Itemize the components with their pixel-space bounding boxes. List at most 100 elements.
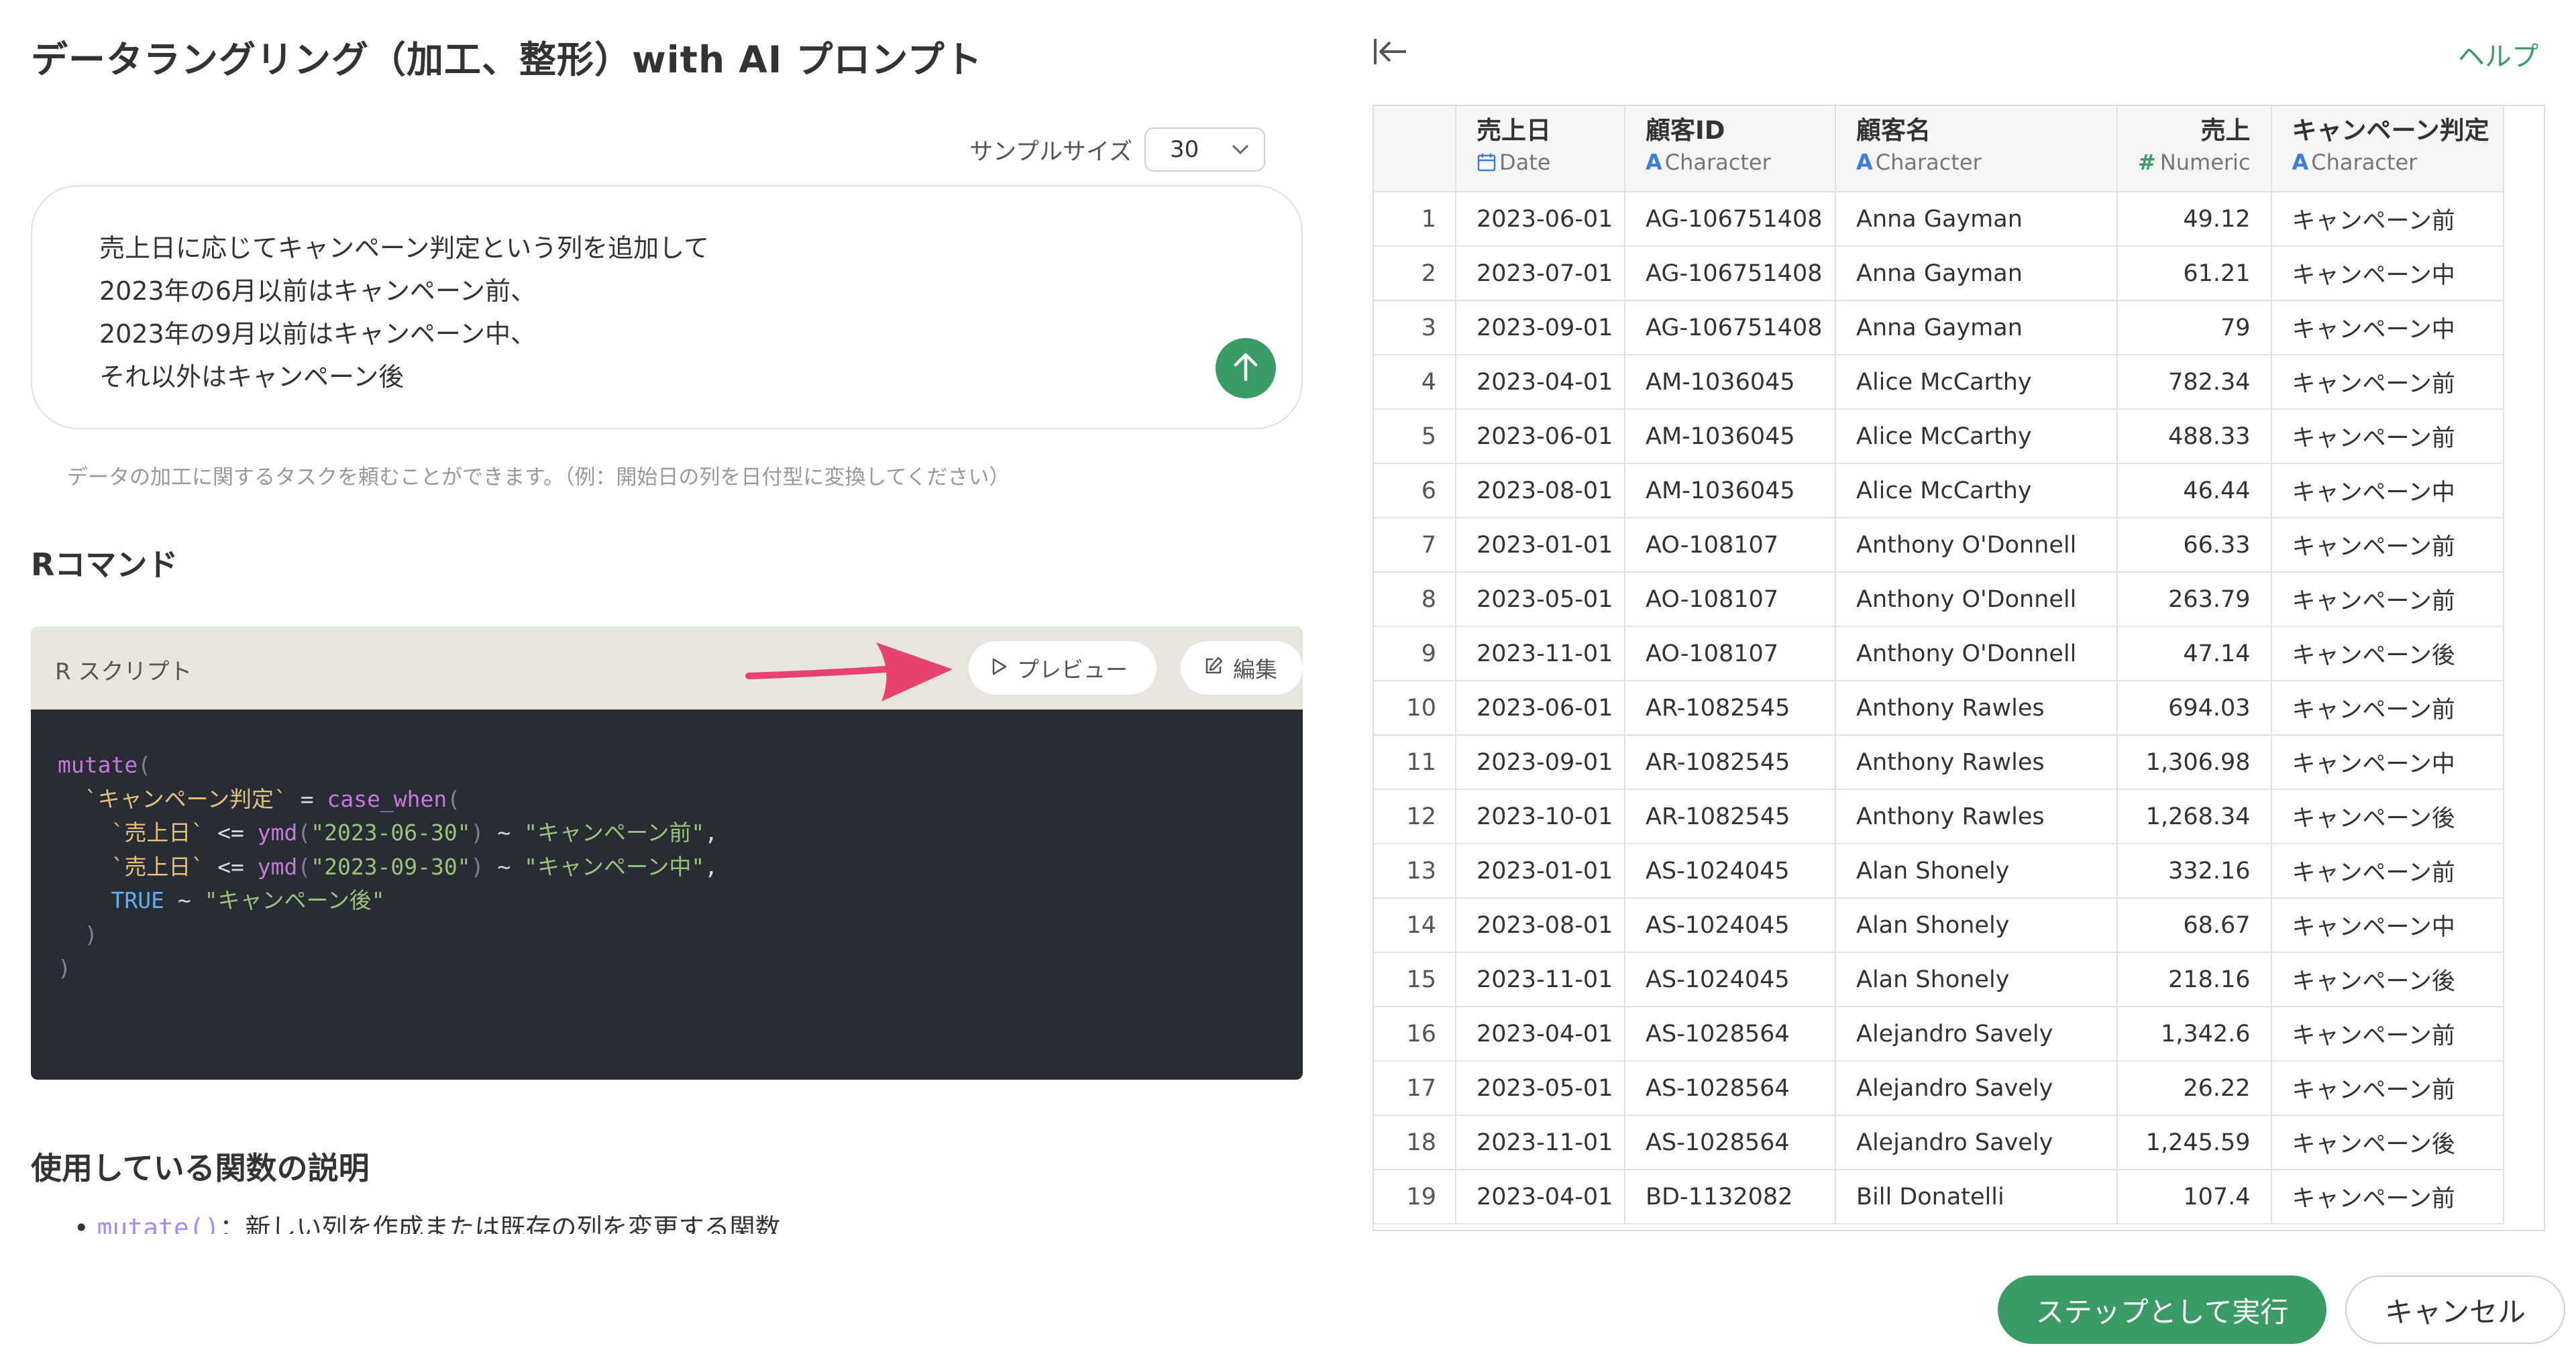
sample-size-label: サンプルサイズ	[969, 138, 1132, 166]
cell-sales: 46.44	[2117, 463, 2272, 518]
cell-sales-date: 2023-07-01	[1456, 246, 1625, 301]
cell-customer-name: Alice McCarthy	[1835, 463, 2118, 518]
column-header-campaign[interactable]: キャンペーン判定 A Character	[2271, 106, 2504, 192]
cell-customer-name: Alan Shonely	[1835, 898, 2118, 953]
column-header-sales[interactable]: 売上 # Numeric	[2117, 106, 2272, 192]
function-desc: ：新しい列を作成または既存の列を変更する関数	[219, 1213, 781, 1234]
cell-customer-name: Alan Shonely	[1835, 844, 2118, 899]
edit-button[interactable]: 編集	[1181, 641, 1303, 695]
table-body: 1 2023-06-01 AG-106751408 Anna Gayman 49.12 キ…	[1374, 192, 2504, 1225]
collapse-panel-icon[interactable]	[1373, 36, 1409, 70]
arrow-up-icon	[1232, 351, 1259, 385]
cell-sales-date: 2023-11-01	[1456, 952, 1625, 1007]
row-index: 7	[1374, 518, 1456, 573]
table-row: 4 2023-04-01 AM-1036045 Alice McCarthy 782.3…	[1374, 355, 2504, 410]
code-token: `キャンペーン判定`	[84, 785, 287, 812]
cell-campaign: キャンペーン前	[2271, 572, 2504, 627]
table-row: 11 2023-09-01 AR-1082545 Anthony Rawles 1,30…	[1374, 735, 2504, 790]
cell-customer-id: AG-106751408	[1625, 300, 1836, 355]
function-code[interactable]: mutate()	[97, 1213, 220, 1234]
help-link[interactable]: ヘルプ	[2458, 35, 2538, 74]
row-index: 16	[1374, 1007, 1456, 1062]
column-header-customer-name[interactable]: 顧客名 A Character	[1835, 106, 2118, 192]
table-row: 6 2023-08-01 AM-1036045 Alice McCarthy 46.44…	[1374, 463, 2504, 518]
column-type: Numeric	[2159, 150, 2251, 175]
cell-sales-date: 2023-05-01	[1456, 1061, 1625, 1116]
cell-sales: 61.21	[2117, 246, 2272, 301]
code-token: TRUE	[111, 887, 164, 913]
cell-campaign: キャンペーン中	[2271, 246, 2504, 301]
cancel-button[interactable]: キャンセル	[2345, 1276, 2565, 1344]
code-token: case_when	[327, 785, 447, 812]
cell-sales-date: 2023-04-01	[1456, 1007, 1625, 1062]
cell-campaign: キャンペーン前	[2271, 844, 2504, 899]
character-type-icon: A	[1646, 150, 1662, 175]
cell-sales-date: 2023-09-01	[1456, 300, 1625, 355]
table-row: 3 2023-09-01 AG-106751408 Anna Gayman 79 キャンペ…	[1374, 300, 2504, 355]
page-title: データラングリング（加工、整形）with AI プロンプト	[31, 38, 983, 81]
column-header-sales-date[interactable]: 売上日 Date	[1456, 106, 1625, 192]
prompt-text[interactable]: 売上日に応じてキャンペーン判定という列を追加して 2023年の6月以前はキャンペ…	[99, 227, 709, 398]
preview-button[interactable]: プレビュー	[969, 641, 1157, 695]
cell-customer-name: Anthony Rawles	[1835, 789, 2118, 844]
cell-customer-id: AS-1028564	[1625, 1115, 1836, 1170]
row-index: 18	[1374, 1115, 1456, 1170]
cell-sales-date: 2023-04-01	[1456, 355, 1625, 410]
cell-sales: 332.16	[2117, 844, 2272, 899]
run-as-step-button[interactable]: ステップとして実行	[1998, 1276, 2326, 1344]
rcommand-title: Rコマンド	[31, 547, 178, 583]
table-row: 5 2023-06-01 AM-1036045 Alice McCarthy 488.3…	[1374, 409, 2504, 464]
cell-sales-date: 2023-05-01	[1456, 572, 1625, 627]
row-index: 1	[1374, 192, 1456, 247]
column-name: 顧客名	[1856, 116, 1931, 145]
code-header: R スクリプト プレビュー 編集	[31, 626, 1303, 710]
code-token: ymd	[257, 853, 298, 880]
code-editor[interactable]: mutate( `キャンペーン判定` = case_when( `売上日` <=…	[31, 710, 1303, 1080]
cell-sales-date: 2023-01-01	[1456, 518, 1625, 573]
sample-size-row: サンプルサイズ 30	[969, 127, 1265, 172]
character-type-icon: A	[1856, 150, 1873, 175]
cell-customer-id: AS-1028564	[1625, 1007, 1836, 1062]
cell-sales: 107.4	[2117, 1170, 2272, 1225]
code-token: "2023-09-30"	[311, 853, 471, 880]
cell-customer-name: Anthony Rawles	[1835, 735, 2118, 790]
cell-campaign: キャンペーン後	[2271, 952, 2504, 1007]
numeric-type-icon: #	[2138, 150, 2156, 175]
cell-sales-date: 2023-08-01	[1456, 463, 1625, 518]
table-row: 17 2023-05-01 AS-1028564 Alejandro Savely 26…	[1374, 1061, 2504, 1116]
chevron-down-icon	[1232, 139, 1249, 160]
cell-sales: 47.14	[2117, 626, 2272, 681]
cell-sales: 49.12	[2117, 192, 2272, 247]
cell-sales: 263.79	[2117, 572, 2272, 627]
cell-sales-date: 2023-06-01	[1456, 192, 1625, 247]
header-index	[1374, 106, 1456, 192]
cell-campaign: キャンペーン前	[2271, 1170, 2504, 1225]
row-index: 10	[1374, 681, 1456, 736]
cell-customer-id: AS-1024045	[1625, 844, 1836, 899]
sample-size-select[interactable]: 30	[1144, 127, 1265, 172]
cell-campaign: キャンペーン前	[2271, 1061, 2504, 1116]
prompt-input[interactable]: 売上日に応じてキャンペーン判定という列を追加して 2023年の6月以前はキャンペ…	[31, 185, 1303, 429]
cell-sales: 1,245.59	[2117, 1115, 2272, 1170]
cell-sales-date: 2023-10-01	[1456, 789, 1625, 844]
cell-customer-name: Anna Gayman	[1835, 192, 2118, 247]
table-row: 15 2023-11-01 AS-1024045 Alan Shonely 218.16…	[1374, 952, 2504, 1007]
cell-sales-date: 2023-01-01	[1456, 844, 1625, 899]
cell-campaign: キャンペーン中	[2271, 300, 2504, 355]
cell-customer-id: AM-1036045	[1625, 463, 1836, 518]
cell-customer-name: Alejandro Savely	[1835, 1007, 2118, 1062]
character-type-icon: A	[2292, 150, 2309, 175]
code-token: "キャンペーン中"	[524, 853, 705, 880]
cell-campaign: キャンペーン後	[2271, 789, 2504, 844]
send-button[interactable]	[1216, 338, 1276, 398]
row-index: 8	[1374, 572, 1456, 627]
column-name: 顧客ID	[1646, 116, 1725, 145]
cell-campaign: キャンペーン後	[2271, 1115, 2504, 1170]
column-header-customer-id[interactable]: 顧客ID A Character	[1625, 106, 1836, 192]
row-index: 9	[1374, 626, 1456, 681]
cell-campaign: キャンペーン中	[2271, 735, 2504, 790]
cell-sales: 68.67	[2117, 898, 2272, 953]
dialog: データラングリング（加工、整形）with AI プロンプト サンプルサイズ 30…	[0, 0, 2576, 1360]
table-row: 14 2023-08-01 AS-1024045 Alan Shonely 68.67 キ…	[1374, 898, 2504, 953]
cell-sales: 26.22	[2117, 1061, 2272, 1116]
